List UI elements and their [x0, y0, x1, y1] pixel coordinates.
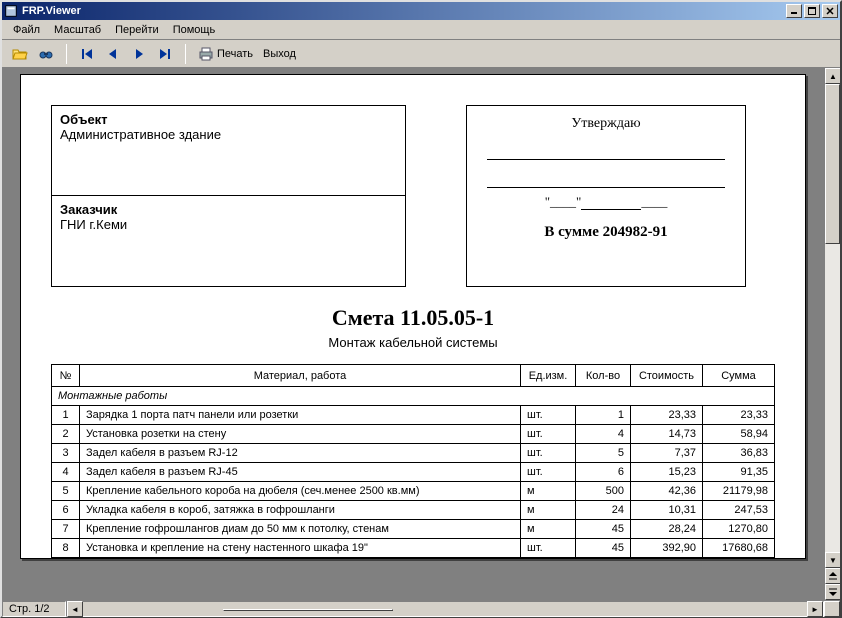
table-row: 5Крепление кабельного короба на дюбеля (… [52, 482, 775, 501]
th-qty: Кол-во [576, 365, 631, 387]
object-value: Административное здание [60, 127, 221, 142]
menubar: Файл Масштаб Перейти Помощь [2, 20, 840, 40]
scroll-page-up-button[interactable] [825, 568, 840, 584]
menu-help[interactable]: Помощь [166, 22, 223, 38]
customer-label: Заказчик [60, 202, 117, 217]
date-line: "____"____ [481, 194, 731, 210]
next-icon [131, 46, 147, 62]
statusbar-row: Стр. 1/2 ◄ ► [2, 600, 840, 616]
close-button[interactable] [822, 4, 838, 18]
vertical-scrollbar[interactable]: ▲ ▼ [824, 68, 840, 600]
table-row: 8Установка и крепление на стену настенно… [52, 539, 775, 558]
table-row: 1Зарядка 1 порта патч панели или розетки… [52, 406, 775, 425]
printer-icon [198, 46, 214, 62]
menu-goto[interactable]: Перейти [108, 22, 166, 38]
window-title: FRP.Viewer [22, 5, 81, 17]
section-row: Монтажные работы [52, 387, 775, 406]
toolbar: Печать Выход [2, 40, 840, 68]
menu-file[interactable]: Файл [6, 22, 47, 38]
th-sum: Сумма [703, 365, 775, 387]
folder-open-icon [12, 46, 28, 62]
prev-icon [105, 46, 121, 62]
app-icon [4, 4, 18, 18]
table-row: 3Задел кабеля в разъем RJ-12шт.57,3736,8… [52, 444, 775, 463]
table-row: 7Крепление гофрошлангов диам до 50 мм к … [52, 520, 775, 539]
signature-line-2 [487, 160, 725, 188]
menu-zoom[interactable]: Масштаб [47, 22, 108, 38]
hscroll-thumb[interactable] [223, 609, 393, 611]
scroll-down-button[interactable]: ▼ [825, 552, 840, 568]
object-customer-box: Объект Административное здание Заказчик … [51, 105, 406, 287]
vscroll-thumb[interactable] [825, 84, 840, 244]
customer-value: ГНИ г.Кеми [60, 217, 127, 232]
exit-label: Выход [263, 48, 296, 60]
table-row: 4Задел кабеля в разъем RJ-45шт.615,2391,… [52, 463, 775, 482]
binoculars-icon [38, 46, 54, 62]
sum-line: В сумме 204982-91 [481, 224, 731, 241]
first-icon [79, 46, 95, 62]
th-num: № [52, 365, 80, 387]
last-icon [157, 46, 173, 62]
maximize-button[interactable] [804, 4, 820, 18]
scroll-left-button[interactable]: ◄ [67, 601, 83, 617]
horizontal-scrollbar[interactable]: ◄ ► [66, 601, 824, 617]
th-cost: Стоимость [631, 365, 703, 387]
scroll-right-button[interactable]: ► [807, 601, 823, 617]
table-row: 2Установка розетки на стенушт.414,7358,9… [52, 425, 775, 444]
exit-button[interactable]: Выход [259, 46, 300, 62]
page-1: Объект Административное здание Заказчик … [20, 74, 806, 559]
table-row: 6Укладка кабеля в короб, затяжка в гофро… [52, 501, 775, 520]
th-item: Материал, работа [80, 365, 521, 387]
scroll-up-button[interactable]: ▲ [825, 68, 840, 84]
approve-box: Утверждаю "____"____ В сумме 204982-91 [466, 105, 746, 287]
first-page-button[interactable] [75, 44, 99, 64]
prev-page-button[interactable] [101, 44, 125, 64]
app-window: FRP.Viewer Файл Масштаб Перейти Помощь [0, 0, 842, 618]
document-viewport[interactable]: Объект Административное здание Заказчик … [2, 68, 824, 600]
page-indicator: Стр. 1/2 [2, 601, 66, 617]
find-button[interactable] [34, 44, 58, 64]
print-label: Печать [217, 48, 253, 60]
minimize-button[interactable] [786, 4, 802, 18]
scroll-page-down-button[interactable] [825, 584, 840, 600]
estimate-table: № Материал, работа Ед.изм. Кол-во Стоимо… [51, 364, 775, 558]
approve-label: Утверждаю [481, 116, 731, 132]
object-label: Объект [60, 112, 108, 127]
open-button[interactable] [8, 44, 32, 64]
titlebar: FRP.Viewer [2, 2, 840, 20]
resize-grip[interactable] [824, 601, 840, 617]
document-subtitle: Монтаж кабельной системы [51, 335, 775, 350]
signature-line-1 [487, 132, 725, 160]
th-unit: Ед.изм. [521, 365, 576, 387]
document-title: Смета 11.05.05-1 [51, 305, 775, 331]
print-button[interactable]: Печать [194, 44, 257, 64]
next-page-button[interactable] [127, 44, 151, 64]
last-page-button[interactable] [153, 44, 177, 64]
content-area: Объект Административное здание Заказчик … [2, 68, 840, 600]
